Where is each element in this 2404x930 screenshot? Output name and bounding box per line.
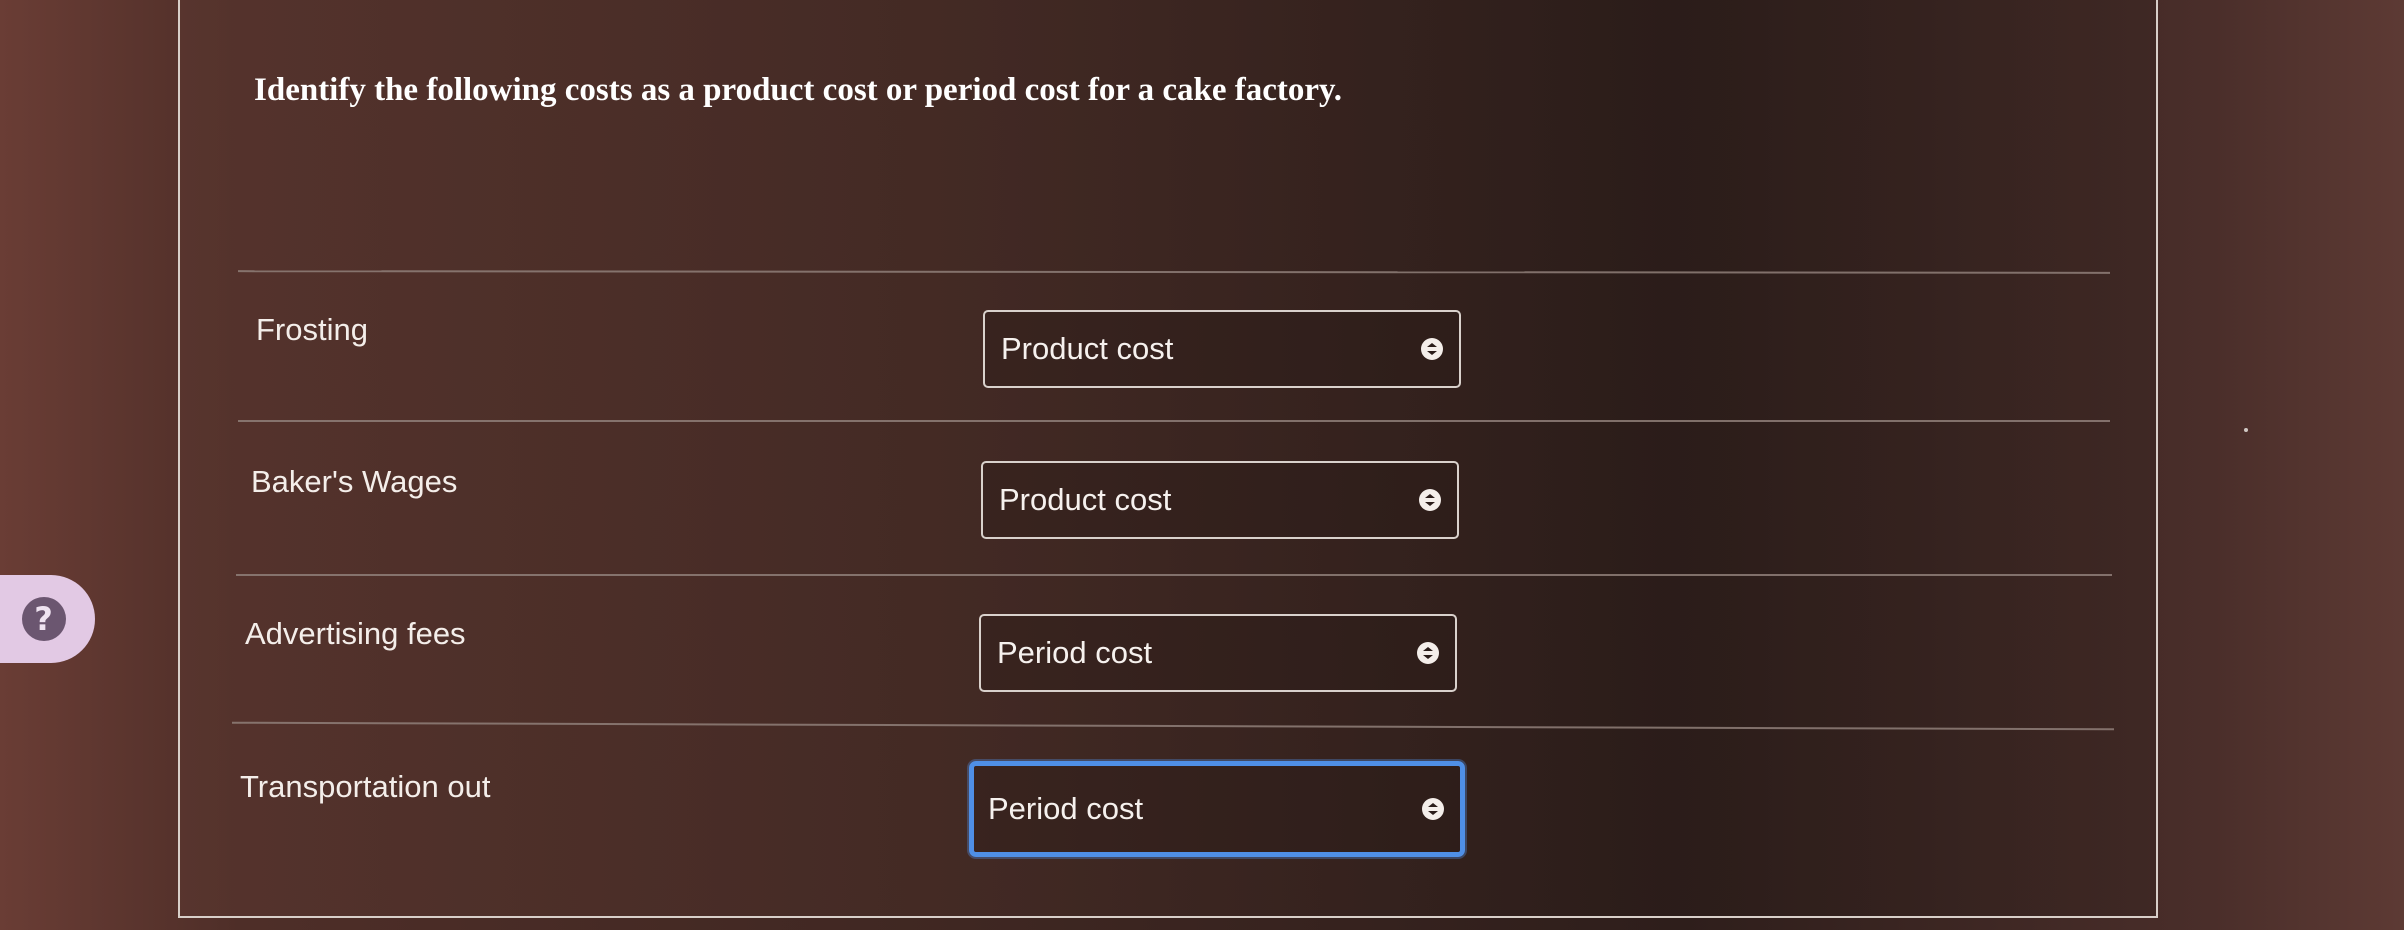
chevron-up-down-icon bbox=[1419, 489, 1441, 511]
question-mark-icon: ? bbox=[21, 597, 66, 641]
question-text: Identify the following costs as a produc… bbox=[254, 72, 1342, 108]
chevron-up-down-icon bbox=[1417, 642, 1439, 664]
screen-dust-dot bbox=[2244, 428, 2248, 432]
chevron-up-down-icon bbox=[1421, 338, 1443, 360]
row-divider bbox=[236, 574, 2112, 576]
cost-type-select-bakers-wages[interactable]: Product cost bbox=[981, 461, 1459, 539]
help-button[interactable]: ? bbox=[0, 575, 95, 663]
select-value: Period cost bbox=[988, 791, 1144, 826]
cost-type-select-frosting[interactable]: Product cost bbox=[983, 310, 1461, 388]
row-label-bakers-wages: Baker's Wages bbox=[251, 464, 458, 499]
cost-type-select-advertising-fees[interactable]: Period cost bbox=[979, 614, 1457, 692]
select-value: Product cost bbox=[999, 482, 1172, 517]
row-label-advertising-fees: Advertising fees bbox=[245, 616, 466, 651]
row-label-transportation-out: Transportation out bbox=[240, 769, 491, 804]
row-label-frosting: Frosting bbox=[256, 312, 368, 347]
row-divider bbox=[238, 420, 2110, 422]
select-value: Period cost bbox=[997, 635, 1153, 670]
select-value: Product cost bbox=[1001, 331, 1174, 366]
chevron-up-down-icon bbox=[1422, 798, 1444, 820]
cost-type-select-transportation-out[interactable]: Period cost bbox=[969, 761, 1465, 857]
